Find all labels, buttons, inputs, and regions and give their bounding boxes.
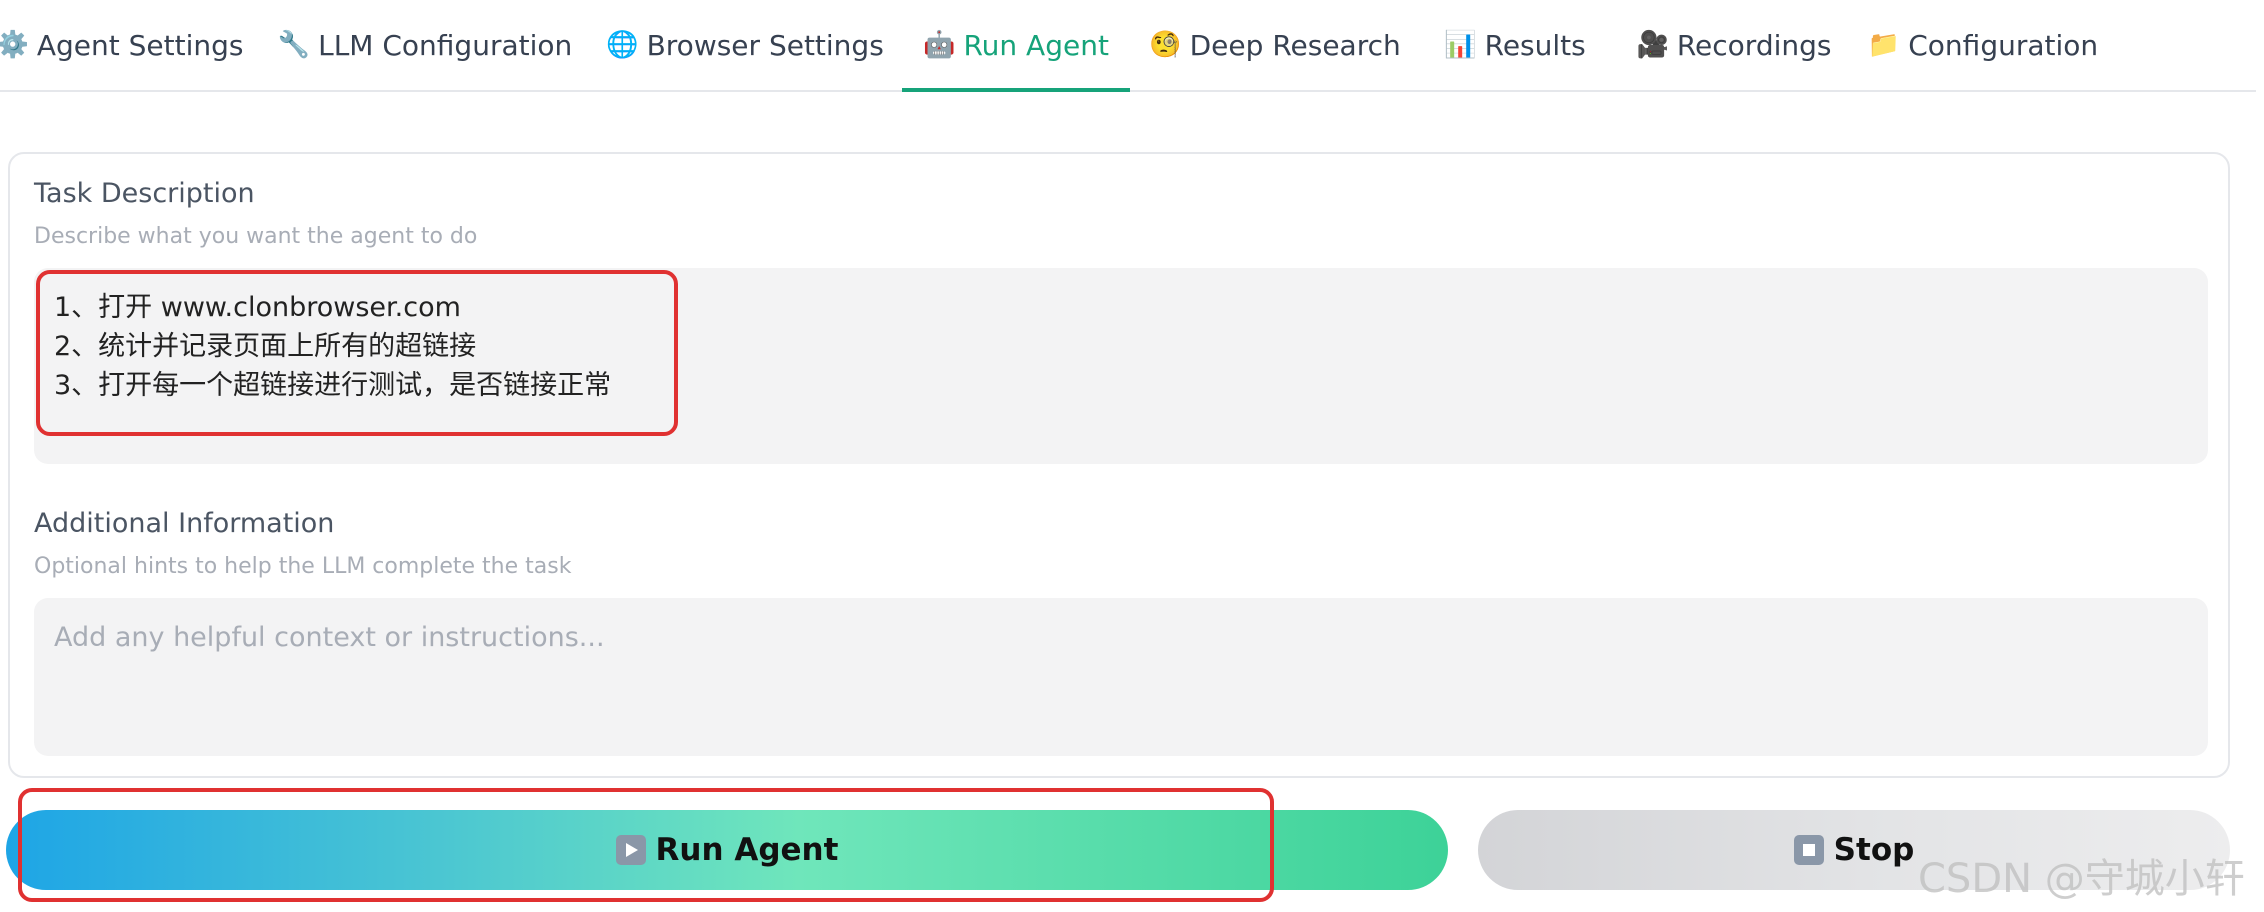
tab-label: Run Agent: [963, 28, 1109, 62]
gear-icon: ⚙️: [0, 30, 29, 60]
globe-icon: 🌐: [606, 30, 639, 60]
stop-icon: [1793, 835, 1824, 865]
movie-camera-icon: 🎥: [1636, 30, 1669, 60]
task-description-label: Task Description: [34, 178, 255, 209]
tab-label: Browser Settings: [646, 28, 884, 62]
tab-llm-configuration[interactable]: 🔧 LLM Configuration: [278, 0, 573, 90]
stop-label: Stop: [1833, 832, 1915, 868]
tab-agent-settings[interactable]: ⚙️ Agent Settings: [0, 0, 244, 90]
tab-configuration[interactable]: 📁 Configuration: [1868, 0, 2098, 90]
page: ⚙️ Agent Settings 🔧 LLM Configuration 🌐 …: [0, 0, 2264, 912]
run-agent-label: Run Agent: [655, 832, 839, 868]
task-form-card: Task Description Describe what you want …: [8, 152, 2230, 778]
tab-bar: ⚙️ Agent Settings 🔧 LLM Configuration 🌐 …: [0, 0, 2256, 92]
task-description-textarea[interactable]: 1、打开 www.clonbrowser.com 2、统计并记录页面上所有的超链…: [34, 268, 2208, 464]
wrench-icon: 🔧: [277, 30, 311, 60]
additional-information-hint: Optional hints to help the LLM complete …: [34, 554, 572, 579]
tab-run-agent[interactable]: 🤖 Run Agent: [902, 0, 1130, 92]
additional-information-textarea[interactable]: Add any helpful context or instructions.…: [34, 598, 2208, 756]
bar-chart-icon: 📊: [1444, 30, 1477, 60]
stop-button[interactable]: Stop: [1478, 810, 2230, 890]
tab-results[interactable]: 📊 Results: [1444, 0, 1586, 90]
robot-icon: 🤖: [923, 30, 956, 60]
tab-recordings[interactable]: 🎥 Recordings: [1636, 0, 1832, 90]
play-icon: [615, 835, 646, 865]
task-description-hint: Describe what you want the agent to do: [34, 224, 478, 249]
tab-label: Configuration: [1908, 28, 2099, 62]
tab-label: Recordings: [1676, 28, 1832, 62]
tab-label: LLM Configuration: [318, 28, 573, 62]
monocle-face-icon: 🧐: [1149, 30, 1182, 60]
tab-label: Results: [1484, 28, 1586, 62]
tab-deep-research[interactable]: 🧐 Deep Research: [1149, 0, 1401, 90]
tab-label: Agent Settings: [36, 28, 244, 62]
run-agent-button[interactable]: Run Agent: [6, 810, 1448, 890]
folder-icon: 📁: [1867, 30, 1901, 60]
tab-label: Deep Research: [1189, 28, 1401, 62]
tab-browser-settings[interactable]: 🌐 Browser Settings: [606, 0, 884, 90]
additional-information-label: Additional Information: [34, 508, 335, 539]
